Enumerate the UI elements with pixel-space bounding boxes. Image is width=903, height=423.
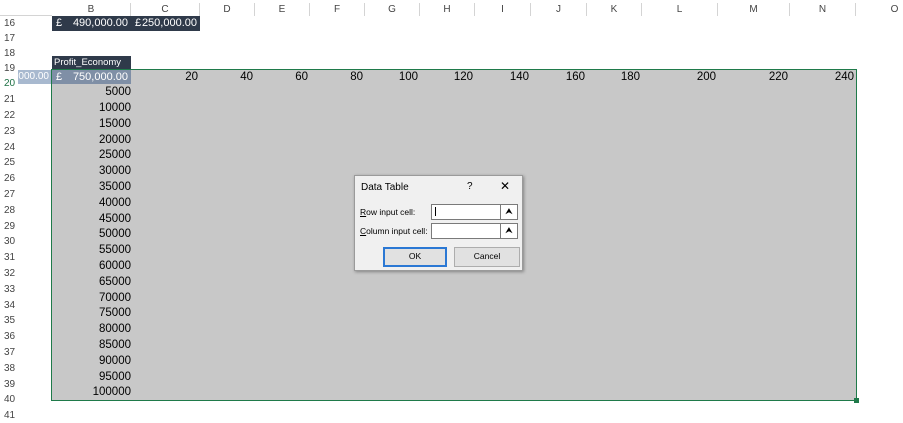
row-header-29[interactable]: 29 xyxy=(0,219,18,234)
column-input-value[interactable]: 20 xyxy=(131,69,198,85)
row-header-25[interactable]: 25 xyxy=(0,155,18,170)
column-header-H[interactable]: H xyxy=(420,3,475,16)
row-input-value[interactable]: 10000 xyxy=(52,100,131,116)
column-input-range-picker-icon[interactable]: ⮝ xyxy=(500,223,518,239)
row-header-34[interactable]: 34 xyxy=(0,298,18,313)
row-header-18[interactable]: 18 xyxy=(0,46,18,61)
row-input-value[interactable]: 35000 xyxy=(52,179,131,195)
column-input-value[interactable]: 200 xyxy=(642,69,716,85)
column-header-B[interactable]: B xyxy=(52,3,131,16)
cell-B16-currency: £ xyxy=(56,17,63,29)
column-header-C[interactable]: C xyxy=(131,3,200,16)
row-header-33[interactable]: 33 xyxy=(0,282,18,297)
cell-B16-value: 490,000.00 xyxy=(72,17,128,29)
dialog-title: Data Table xyxy=(361,182,409,193)
cell-C16-currency: £ xyxy=(135,17,142,29)
row-input-cell-label: Row input cell: xyxy=(360,207,415,217)
column-input-value[interactable]: 60 xyxy=(255,69,308,85)
row-input-label-text: ow input cell: xyxy=(366,207,416,217)
column-header-G[interactable]: G xyxy=(365,3,420,16)
row-header-22[interactable]: 22 xyxy=(0,108,18,123)
row-header-36[interactable]: 36 xyxy=(0,329,18,344)
row-input-value[interactable]: 5000 xyxy=(52,84,131,100)
row-header-26[interactable]: 26 xyxy=(0,171,18,186)
row-header-31[interactable]: 31 xyxy=(0,250,18,265)
column-input-label-text: olumn input cell: xyxy=(366,226,428,236)
ok-button[interactable]: OK xyxy=(383,247,447,267)
row-input-value[interactable]: 90000 xyxy=(52,353,131,369)
column-header-K[interactable]: K xyxy=(587,3,642,16)
row-input-value[interactable]: 40000 xyxy=(52,195,131,211)
row-input-value[interactable]: 25000 xyxy=(52,147,131,163)
column-input-value[interactable]: 220 xyxy=(718,69,788,85)
row-input-value[interactable]: 60000 xyxy=(52,258,131,274)
column-input-value[interactable]: 100 xyxy=(365,69,418,85)
row-input-value[interactable]: 30000 xyxy=(52,163,131,179)
column-header-I[interactable]: I xyxy=(475,3,531,16)
row-input-values-column: 5000 10000 15000 20000 25000 30000 35000… xyxy=(52,84,131,402)
row-header-16[interactable]: 16 xyxy=(0,16,18,31)
column-header-F[interactable]: F xyxy=(310,3,365,16)
row-input-cell-field[interactable] xyxy=(431,204,501,220)
row-header-21[interactable]: 21 xyxy=(0,92,18,107)
row-header-28[interactable]: 28 xyxy=(0,203,18,218)
column-header-O[interactable]: O xyxy=(856,3,903,16)
cancel-button[interactable]: Cancel xyxy=(454,247,520,267)
row-header-27[interactable]: 27 xyxy=(0,187,18,202)
cell-B16[interactable]: £ 490,000.00 xyxy=(52,16,131,31)
row-input-value[interactable]: 80000 xyxy=(52,321,131,337)
row-input-value[interactable]: 65000 xyxy=(52,274,131,290)
cell-B19-profit-economy-label[interactable]: Profit_Economy xyxy=(52,56,131,69)
row-header-40[interactable]: 40 xyxy=(0,392,18,407)
row-input-range-picker-icon[interactable]: ⮝ xyxy=(500,204,518,220)
row-header-37[interactable]: 37 xyxy=(0,345,18,360)
column-input-value[interactable]: 160 xyxy=(531,69,585,85)
row-input-value[interactable]: 45000 xyxy=(52,211,131,227)
column-input-value[interactable]: 240 xyxy=(790,69,854,85)
row-input-value[interactable]: 50000 xyxy=(52,226,131,242)
row-input-value[interactable]: 100000 xyxy=(52,384,131,400)
row-input-value[interactable]: 20000 xyxy=(52,132,131,148)
row-input-value[interactable]: 70000 xyxy=(52,290,131,306)
column-header-L[interactable]: L xyxy=(642,3,718,16)
column-input-value[interactable]: 40 xyxy=(200,69,253,85)
column-input-value[interactable]: 140 xyxy=(475,69,529,85)
text-caret xyxy=(435,207,436,216)
column-input-cell-field[interactable] xyxy=(431,223,501,239)
close-icon[interactable]: ✕ xyxy=(500,179,510,193)
row-header-35[interactable]: 35 xyxy=(0,313,18,328)
fill-handle[interactable] xyxy=(854,398,859,403)
column-header-J[interactable]: J xyxy=(531,3,587,16)
column-input-value[interactable]: 180 xyxy=(587,69,640,85)
row-input-value[interactable]: 95000 xyxy=(52,369,131,385)
row-header-23[interactable]: 23 xyxy=(0,124,18,139)
row-header-38[interactable]: 38 xyxy=(0,361,18,376)
row-input-value[interactable]: 85000 xyxy=(52,337,131,353)
column-input-value[interactable]: 120 xyxy=(420,69,473,85)
column-input-values-row: 20 40 60 80 100 120 140 160 180 200 220 … xyxy=(0,69,903,85)
column-input-value[interactable]: 80 xyxy=(310,69,363,85)
row-input-value[interactable]: 15000 xyxy=(52,116,131,132)
cell-C16-value: 250,000.00 xyxy=(141,17,197,29)
column-header-M[interactable]: M xyxy=(718,3,790,16)
row-header-17[interactable]: 17 xyxy=(0,31,18,46)
row-header-39[interactable]: 39 xyxy=(0,377,18,392)
column-header-D[interactable]: D xyxy=(200,3,255,16)
column-header-E[interactable]: E xyxy=(255,3,310,16)
cell-C16[interactable]: £ 250,000.00 xyxy=(131,16,200,31)
data-table-dialog: Data Table ? ✕ Row input cell: ⮝ Column … xyxy=(354,175,523,271)
row-header-24[interactable]: 24 xyxy=(0,140,18,155)
help-icon[interactable]: ? xyxy=(467,181,473,192)
row-input-value[interactable]: 55000 xyxy=(52,242,131,258)
column-header-N[interactable]: N xyxy=(790,3,856,16)
row-header-30[interactable]: 30 xyxy=(0,234,18,249)
row-header-32[interactable]: 32 xyxy=(0,266,18,281)
row-input-value[interactable]: 75000 xyxy=(52,305,131,321)
column-input-cell-label: Column input cell: xyxy=(360,226,428,236)
